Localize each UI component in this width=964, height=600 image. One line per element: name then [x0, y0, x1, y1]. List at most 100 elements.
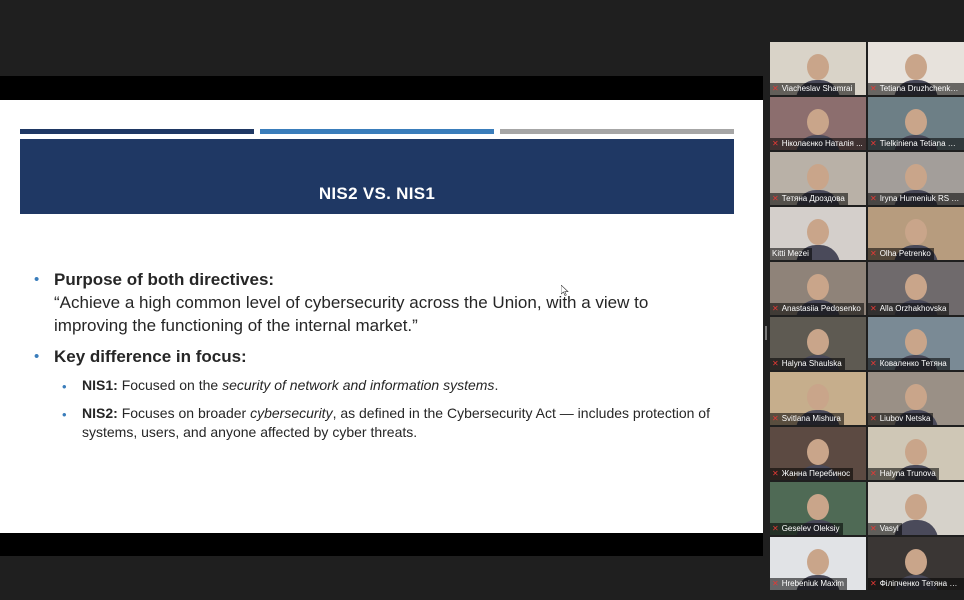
participant-nameplate: ✕ Tielkiniena Tetiana Re...	[868, 138, 964, 150]
participant-tile[interactable]: ✕ Vasyl	[868, 482, 964, 535]
bullet-icon: •	[62, 407, 67, 422]
participant-nameplate: ✕ Halyna Shaulska	[770, 358, 845, 370]
panel-resize-handle[interactable]	[765, 326, 767, 340]
decor-bar-dark	[20, 129, 254, 134]
participant-tile[interactable]: ✕ Філіпченко Тетяна ВРУ	[868, 537, 964, 590]
slide-title: NIS2 VS. NIS1	[318, 184, 436, 203]
participant-gallery: ✕ Viacheslav Shamrai ✕ Tetiana Druzhchenko.…	[770, 42, 964, 593]
participant-tile[interactable]: ✕ Halyna Shaulska	[770, 317, 866, 370]
mic-muted-icon: ✕	[870, 194, 877, 203]
participant-head	[807, 54, 829, 80]
participant-name: Olha Petrenko	[879, 249, 931, 258]
participant-tile[interactable]: ✕ Anastasiia Pedosenko	[770, 262, 866, 315]
participant-tile[interactable]: ✕ Hrebeniuk Maxim	[770, 537, 866, 590]
mic-muted-icon: ✕	[870, 249, 877, 258]
slide-content: • Purpose of both directives: “Achieve a…	[34, 268, 724, 442]
participant-tile[interactable]: ✕ Iryna Humeniuk RS V...	[868, 152, 964, 205]
participant-name: Жанна Перебинос	[781, 469, 851, 478]
mic-muted-icon: ✕	[772, 84, 779, 93]
participant-tile[interactable]: ✕ Жанна Перебинос	[770, 427, 866, 480]
purpose-quote: “Achieve a high common level of cybersec…	[54, 293, 649, 335]
participant-nameplate: ✕ Anastasiia Pedosenko	[770, 303, 864, 315]
participant-head	[807, 439, 829, 465]
participant-name: Svitlana Mishura	[781, 414, 841, 423]
key-difference-heading: Key difference in focus:	[54, 347, 247, 366]
participant-tile[interactable]: ✕ Tetiana Druzhchenko...	[868, 42, 964, 95]
participant-name: Halyna Trunova	[879, 469, 936, 478]
participant-nameplate: ✕ Olha Petrenko	[868, 248, 934, 260]
participant-head	[807, 274, 829, 300]
participant-head	[905, 329, 927, 355]
participant-head	[807, 549, 829, 575]
participant-head	[905, 549, 927, 575]
participant-name: Anastasiia Pedosenko	[781, 304, 861, 313]
participant-name: Tielkiniena Tetiana Re...	[879, 139, 964, 148]
participant-head	[905, 219, 927, 245]
participant-name: Iryna Humeniuk RS V...	[879, 194, 963, 203]
participant-name: Kitti Mezei	[772, 249, 809, 258]
mic-muted-icon: ✕	[870, 359, 877, 368]
bullet-icon: •	[34, 348, 40, 365]
participant-tile[interactable]: ✕ Ніколаєнко Наталія ...	[770, 97, 866, 150]
participant-tile[interactable]: Kitti Mezei	[770, 207, 866, 260]
participant-tile[interactable]: ✕ Olha Petrenko	[868, 207, 964, 260]
participant-nameplate: ✕ Tetiana Druzhchenko...	[868, 83, 964, 95]
participant-head	[807, 109, 829, 135]
participant-nameplate: ✕ Viacheslav Shamrai	[770, 83, 856, 95]
participant-name: Tetiana Druzhchenko...	[879, 84, 962, 93]
participant-tile[interactable]: ✕ Tielkiniena Tetiana Re...	[868, 97, 964, 150]
participant-tile[interactable]: ✕ Halyna Trunova	[868, 427, 964, 480]
participant-head	[807, 219, 829, 245]
participant-head	[905, 109, 927, 135]
participant-nameplate: ✕ Жанна Перебинос	[770, 468, 854, 480]
nis1-text-italic: security of network and information syst…	[222, 377, 495, 393]
mic-muted-icon: ✕	[772, 414, 779, 423]
participant-tile[interactable]: ✕ Тетяна Дроздова	[770, 152, 866, 205]
participant-nameplate: ✕ Svitlana Mishura	[770, 413, 844, 425]
decor-bar-blue	[260, 129, 494, 134]
decor-bar-gray	[500, 129, 734, 134]
nis1-text-end: .	[494, 377, 499, 393]
participant-tile[interactable]: ✕ Alla Orzhakhovska	[868, 262, 964, 315]
mic-muted-icon: ✕	[772, 524, 779, 533]
participant-name: Тетяна Дроздова	[781, 194, 845, 203]
nis1-label: NIS1:	[82, 377, 118, 393]
participant-nameplate: ✕ Liubov Netska	[868, 413, 934, 425]
bullet-icon: •	[62, 379, 67, 394]
nis2-text: Focuses on broader	[121, 405, 251, 421]
participant-nameplate: ✕ Hrebeniuk Maxim	[770, 578, 847, 590]
sub-bullet-nis2: • NIS2: Focuses on broader cybersecurity…	[62, 404, 724, 442]
mic-muted-icon: ✕	[870, 524, 877, 533]
participant-head	[807, 494, 829, 520]
participant-head	[905, 274, 927, 300]
participant-nameplate: ✕ Коваленко Тетяна	[868, 358, 950, 370]
participant-nameplate: ✕ Alla Orzhakhovska	[868, 303, 950, 315]
mic-muted-icon: ✕	[870, 414, 877, 423]
mic-muted-icon: ✕	[772, 194, 779, 203]
mic-muted-icon: ✕	[870, 304, 877, 313]
participant-name: Vasyl	[879, 524, 899, 533]
participant-nameplate: ✕ Vasyl	[868, 523, 902, 535]
mic-muted-icon: ✕	[772, 304, 779, 313]
nis1-text: Focused on the	[121, 377, 223, 393]
mic-muted-icon: ✕	[870, 469, 877, 478]
participant-tile[interactable]: ✕ Liubov Netska	[868, 372, 964, 425]
participant-tile[interactable]: ✕ Viacheslav Shamrai	[770, 42, 866, 95]
participant-name: Liubov Netska	[879, 414, 931, 423]
nis2-text-italic: cybersecurity	[250, 405, 333, 421]
participant-name: Філіпченко Тетяна ВРУ	[879, 579, 964, 588]
participant-tile[interactable]: ✕ Geselev Oleksiy	[770, 482, 866, 535]
participant-head	[807, 384, 829, 410]
purpose-heading: Purpose of both directives:	[54, 270, 275, 289]
participant-head	[807, 329, 829, 355]
participant-head	[905, 439, 927, 465]
participant-nameplate: ✕ Філіпченко Тетяна ВРУ	[868, 578, 964, 590]
participant-nameplate: ✕ Тетяна Дроздова	[770, 193, 848, 205]
participant-tile[interactable]: ✕ Коваленко Тетяна	[868, 317, 964, 370]
participant-nameplate: ✕ Iryna Humeniuk RS V...	[868, 193, 964, 205]
participant-name: Halyna Shaulska	[781, 359, 842, 368]
participant-head	[905, 494, 927, 520]
participant-tile[interactable]: ✕ Svitlana Mishura	[770, 372, 866, 425]
mic-muted-icon: ✕	[870, 579, 877, 588]
bullet-key-difference: • Key difference in focus:	[34, 345, 724, 368]
